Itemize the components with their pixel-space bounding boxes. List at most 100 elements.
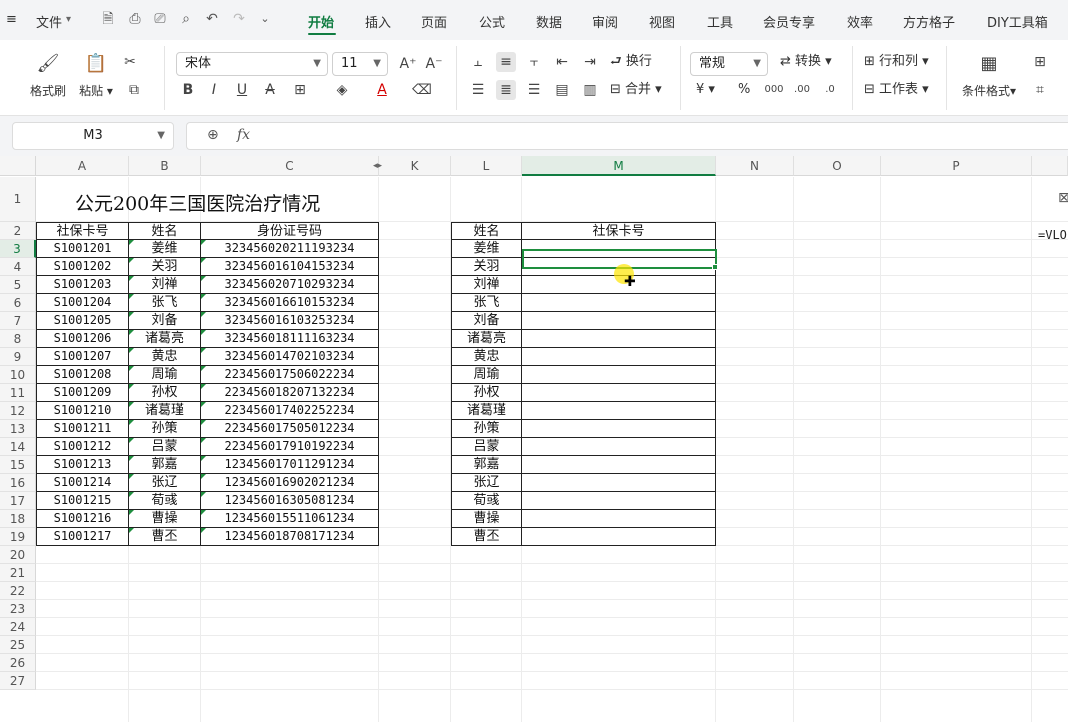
table-cell[interactable]: 223456017506022234 [201,366,379,384]
italic-button[interactable]: I [204,80,224,100]
quick-access-chevron-icon[interactable]: ⌄ [256,10,274,28]
copy-icon[interactable]: ⧉ [124,80,144,100]
tab-formulas[interactable]: 公式 [479,12,505,31]
table-cell[interactable]: S1001215 [36,492,129,510]
column-header-k[interactable]: K [379,156,451,176]
bold-button[interactable]: B [178,80,198,100]
row-header[interactable]: 11 [0,384,36,402]
lookup-name-cell[interactable]: 刘禅 [451,276,522,294]
lookup-name-cell[interactable]: 张飞 [451,294,522,312]
row-header[interactable]: 7 [0,312,36,330]
table-cell[interactable]: 周瑜 [129,366,201,384]
column-header-b[interactable]: B [129,156,201,176]
row-header[interactable]: 20 [0,546,36,564]
lookup-result-cell[interactable] [522,366,716,384]
table-cell[interactable]: 曹操 [129,510,201,528]
formula-input[interactable]: ⊕ fx [186,122,1068,150]
table-header-cell[interactable]: 身份证号码 [201,222,379,240]
tab-fangfang[interactable]: 方方格子 [903,12,955,31]
save-icon[interactable]: 🗎 [99,10,117,28]
align-center-icon[interactable]: ≣ [496,80,516,100]
wrap-text-button[interactable]: ⮐ 换行 [610,52,652,72]
lookup-name-cell[interactable]: 诸葛瑾 [451,402,522,420]
table-cell[interactable]: S1001205 [36,312,129,330]
clear-format-icon[interactable]: ⌫ [412,80,432,100]
row-header[interactable]: 17 [0,492,36,510]
lookup-result-cell[interactable] [522,294,716,312]
table-header-cell[interactable]: 姓名 [451,222,522,240]
table-cell[interactable]: 223456017402252234 [201,402,379,420]
lookup-result-cell[interactable] [522,510,716,528]
file-menu[interactable]: 文件 [36,12,62,31]
align-right-icon[interactable]: ☰ [524,80,544,100]
row-header[interactable]: 24 [0,618,36,636]
undo-icon[interactable]: ↶ [203,10,221,28]
row-header[interactable]: 6 [0,294,36,312]
file-chevron-icon[interactable]: ▾ [66,14,71,25]
table-cell[interactable]: S1001201 [36,240,129,258]
column-header-o[interactable]: O [794,156,881,176]
table-cell[interactable]: 223456018207132234 [201,384,379,402]
table-cell[interactable]: 荀彧 [129,492,201,510]
fx-icon[interactable]: fx [237,127,250,143]
lookup-name-cell[interactable]: 关羽 [451,258,522,276]
table-header-cell[interactable]: 社保卡号 [522,222,716,240]
table-cell[interactable]: S1001208 [36,366,129,384]
table-cell[interactable]: S1001213 [36,456,129,474]
tab-efficiency[interactable]: 效率 [847,12,873,31]
export-pdf-icon[interactable]: ⎙ [126,10,144,28]
row-header[interactable]: 10 [0,366,36,384]
table-cell[interactable]: 123456016902021234 [201,474,379,492]
row-header[interactable]: 23 [0,600,36,618]
table-cell[interactable]: 123456018708171234 [201,528,379,546]
zoom-icon[interactable]: ⊕ [207,127,219,143]
row-header[interactable]: 15 [0,456,36,474]
table-cell[interactable]: S1001202 [36,258,129,276]
table-cell[interactable]: 123456017011291234 [201,456,379,474]
table-cell[interactable]: S1001214 [36,474,129,492]
table-header-cell[interactable]: 社保卡号 [36,222,129,240]
lookup-name-cell[interactable]: 吕蒙 [451,438,522,456]
table-cell[interactable]: S1001207 [36,348,129,366]
font-name-select[interactable]: 宋体 ▼ [176,52,328,76]
tab-data[interactable]: 数据 [536,12,562,31]
table-cell[interactable]: 223456017910192234 [201,438,379,456]
row-header[interactable]: 19 [0,528,36,546]
hidden-columns-icon[interactable]: ◂▸ [373,156,382,176]
fill-handle[interactable] [712,264,718,270]
table-cell[interactable]: 323456020710293234 [201,276,379,294]
lookup-name-cell[interactable]: 姜维 [451,240,522,258]
tab-page[interactable]: 页面 [421,12,447,31]
lookup-name-cell[interactable]: 荀彧 [451,492,522,510]
table-cell[interactable]: 姜维 [129,240,201,258]
column-header-c[interactable]: C [201,156,379,176]
print-preview-icon[interactable]: ⌕ [177,10,195,28]
table-cell[interactable]: 323456020211193234 [201,240,379,258]
column-header-m[interactable]: M [522,156,716,176]
table-cell[interactable]: S1001210 [36,402,129,420]
table-cell[interactable]: 郭嘉 [129,456,201,474]
lookup-name-cell[interactable]: 刘备 [451,312,522,330]
tab-member[interactable]: 会员专享 [763,12,815,31]
table-cell[interactable]: 刘禅 [129,276,201,294]
redo-icon[interactable]: ↷ [230,10,248,28]
table-header-cell[interactable]: 姓名 [129,222,201,240]
row-header[interactable]: 12 [0,402,36,420]
table-cell[interactable]: S1001209 [36,384,129,402]
increase-indent-icon[interactable]: ⇥ [580,52,600,72]
table-cell[interactable]: 323456018111163234 [201,330,379,348]
lookup-result-cell[interactable] [522,402,716,420]
lookup-name-cell[interactable]: 郭嘉 [451,456,522,474]
tab-review[interactable]: 审阅 [592,12,618,31]
table-cell[interactable]: 123456016305081234 [201,492,379,510]
tab-tools[interactable]: 工具 [707,12,733,31]
distributed-icon[interactable]: ▥ [580,80,600,100]
table-cell[interactable]: 323456016103253234 [201,312,379,330]
row-header[interactable]: 1 [0,177,36,222]
lookup-result-cell[interactable] [522,312,716,330]
tab-insert[interactable]: 插入 [365,12,391,31]
format-painter-button[interactable]: 🖌 格式刷 [28,52,68,99]
decrease-font-icon[interactable]: A⁻ [424,54,444,74]
table-cell[interactable]: S1001217 [36,528,129,546]
lookup-result-cell[interactable] [522,438,716,456]
